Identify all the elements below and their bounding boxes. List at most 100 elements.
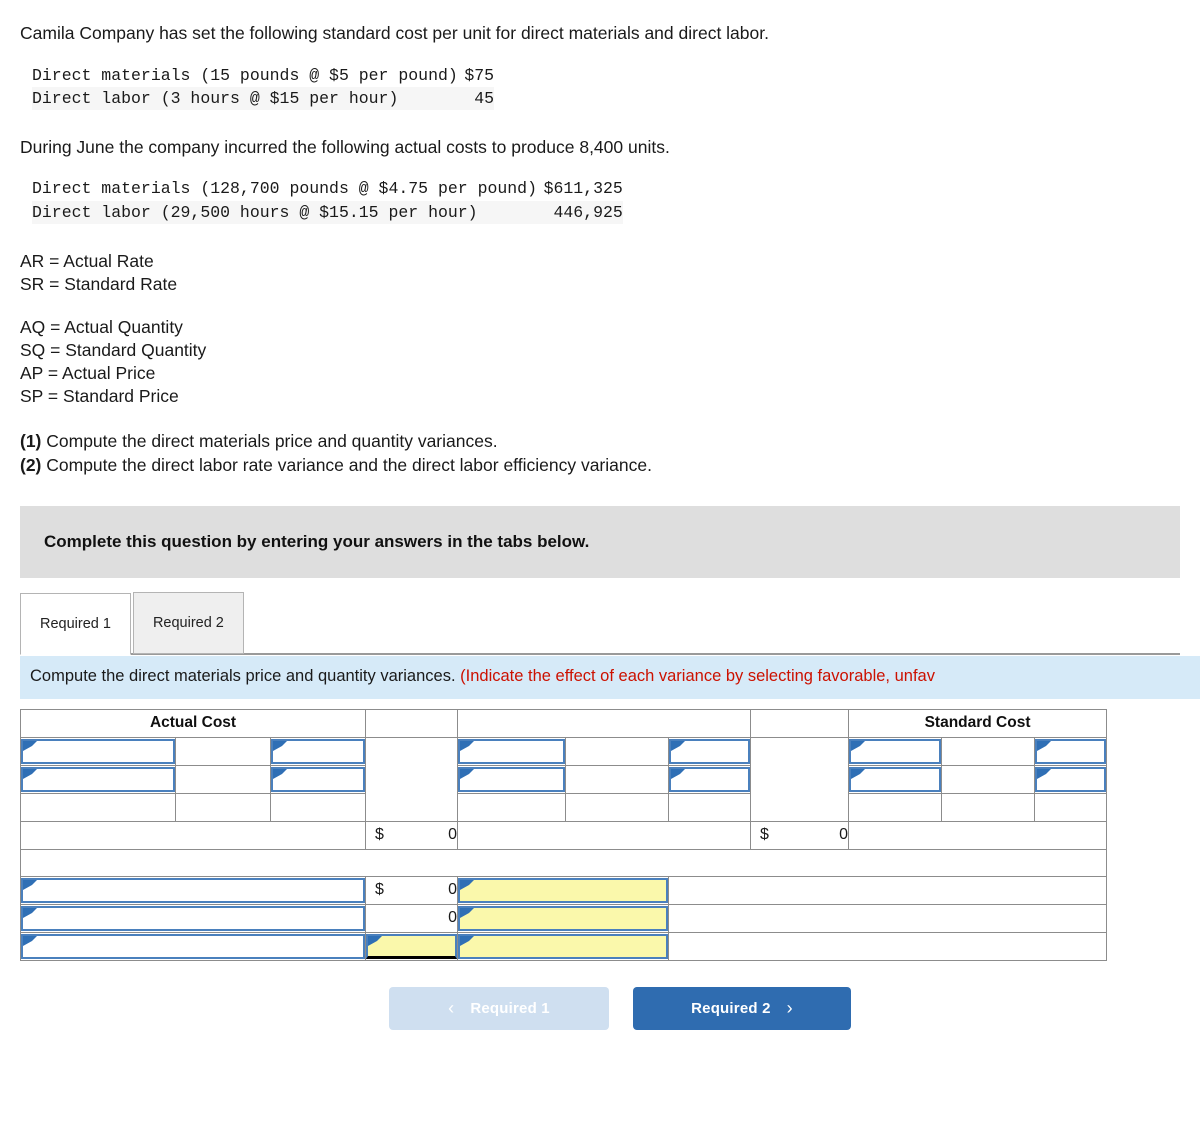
requirement-1-text: Compute the direct materials price and q…	[41, 431, 498, 452]
cell-variance-label-1[interactable]	[19, 875, 367, 905]
actual-cost-block: Direct materials (128,700 pounds @ $4.75…	[0, 177, 1200, 224]
requirement-1: (1) Compute the direct materials price a…	[20, 430, 1180, 454]
cell-variance-label-2[interactable]	[19, 903, 367, 933]
variance-tail-3	[668, 931, 1108, 961]
cell-standard-r2c3[interactable]	[1034, 764, 1108, 794]
legend-item-aq: AQ = Actual Quantity	[20, 316, 183, 337]
tab-required-1[interactable]: Required 1	[20, 592, 131, 655]
actual-cost-value-1: 446,925	[553, 200, 623, 224]
previous-required-button[interactable]: ‹ Required 1	[389, 986, 609, 1030]
standard-cost-currency-1	[457, 86, 475, 110]
dropdown-actual-r1c3[interactable]	[271, 738, 366, 764]
legend-group-quantities: AQ = Actual Quantity SQ = Standard Quant…	[20, 316, 1180, 408]
standard-cost-label-1: Direct labor (3 hours @ $15 per hour)	[32, 86, 458, 110]
legend-item-ap: AP = Actual Price	[20, 363, 156, 384]
tab-required-2[interactable]: Required 2	[132, 591, 244, 654]
grid-variance-row-2: 0	[19, 903, 1108, 933]
cell-actual-r1c3[interactable]	[269, 736, 367, 766]
header-gap-right	[750, 708, 850, 738]
total-right-blank	[848, 820, 1108, 850]
dropdown-variance-label-3[interactable]	[21, 933, 366, 959]
next-required-button[interactable]: Required 2 ›	[633, 986, 851, 1030]
dropdown-middle-r2c3[interactable]	[669, 766, 751, 792]
intro-text-1: Camila Company has set the following sta…	[20, 23, 769, 43]
cell-middle-r1c1[interactable]	[457, 736, 567, 766]
chevron-right-icon: ›	[786, 997, 793, 1018]
standard-cost-table: Direct materials (15 pounds @ $5 per pou…	[32, 64, 495, 110]
actual-cost-label-0: Direct materials (128,700 pounds @ $4.75…	[32, 179, 537, 199]
cell-standard-r1c3[interactable]	[1034, 736, 1108, 766]
dropdown-variance-label-2[interactable]	[21, 905, 366, 931]
cell-standard-r1c2	[941, 736, 1036, 766]
dropdown-actual-r1c1[interactable]	[21, 738, 175, 764]
dropdown-standard-r1c1[interactable]	[849, 738, 942, 764]
cell-variance-effect-3[interactable]	[457, 931, 670, 961]
dropdown-variance-label-1[interactable]	[21, 877, 366, 903]
question-page: Camila Company has set the following sta…	[0, 0, 1200, 1133]
cell-standard-r2c1[interactable]	[848, 764, 943, 794]
cell-standard-r1c1[interactable]	[848, 736, 943, 766]
variance-value-2: 0	[448, 909, 458, 927]
dropdown-actual-r2c3[interactable]	[271, 766, 366, 792]
dropdown-middle-r2c1[interactable]	[458, 766, 566, 792]
dropdown-standard-r1c3[interactable]	[1035, 738, 1107, 764]
table-row: Direct labor (3 hours @ $15 per hour) 45	[32, 86, 495, 110]
total-actual-blank	[19, 820, 367, 850]
table-row: Direct labor (29,500 hours @ $15.15 per …	[32, 200, 623, 224]
cell-actual-r2c2	[175, 764, 271, 794]
cell-variance-effect-1[interactable]	[457, 875, 670, 905]
previous-required-label: Required 1	[470, 999, 550, 1017]
cell-variance-label-3[interactable]	[19, 931, 367, 961]
rule-actual-c1	[20, 792, 176, 822]
next-required-label: Required 2	[691, 999, 771, 1017]
dropdown-variance-effect-3[interactable]	[458, 933, 669, 959]
cell-actual-r2c3[interactable]	[269, 764, 367, 794]
actual-cost-label-1: Direct labor (29,500 hours @ $15.15 per …	[32, 200, 537, 224]
header-middle-blank	[457, 708, 752, 738]
cell-actual-r1c1[interactable]	[20, 736, 176, 766]
dropdown-actual-r2c1[interactable]	[21, 766, 175, 792]
tab-bar: Required 1 Required 2	[20, 591, 1200, 655]
dropdown-middle-r1c1[interactable]	[458, 738, 566, 764]
answer-grid-wrapper: Actual Cost Standard Cost $ 0 $ 0 $ 0 0	[19, 708, 1108, 961]
cell-actual-r2c1[interactable]	[20, 764, 176, 794]
cell-middle-r2c1[interactable]	[457, 764, 567, 794]
grid-input-row-1	[20, 736, 1108, 822]
rule-actual-c2	[175, 792, 271, 822]
dropdown-middle-r1c3[interactable]	[669, 738, 751, 764]
header-standard-cost: Standard Cost	[848, 708, 1108, 738]
dropdown-standard-r2c3[interactable]	[1035, 766, 1107, 792]
intro-paragraph-1: Camila Company has set the following sta…	[0, 22, 1200, 46]
standard-cost-value-0: 75	[474, 65, 495, 85]
dropdown-variance-effect-2[interactable]	[458, 905, 669, 931]
rule-middle-c1	[457, 792, 567, 822]
table-row: Direct materials (128,700 pounds @ $4.75…	[32, 177, 623, 200]
requirement-2-text: Compute the direct labor rate variance a…	[41, 454, 652, 475]
complete-question-banner: Complete this question by entering your …	[20, 505, 1180, 578]
cell-middle-r2c3[interactable]	[668, 764, 752, 794]
variance-tail-2	[668, 903, 1108, 933]
cell-middle-r1c3[interactable]	[668, 736, 752, 766]
cell-variance-amount-3[interactable]	[365, 931, 459, 961]
dropdown-standard-r2c1[interactable]	[849, 766, 942, 792]
dropdown-variance-effect-1[interactable]	[458, 877, 669, 903]
grid-header-row: Actual Cost Standard Cost	[19, 708, 1108, 738]
dropdown-variance-amount-3[interactable]	[366, 933, 458, 959]
header-actual-cost: Actual Cost	[19, 708, 367, 738]
requirement-2-number: (2)	[20, 454, 42, 475]
requirements-list: (1) Compute the direct materials price a…	[0, 430, 1200, 477]
standard-cost-currency-0: $	[464, 65, 475, 85]
intro-text-2: During June the company incurred the fol…	[20, 136, 670, 157]
legend-item-sr: SR = Standard Rate	[20, 273, 178, 294]
rule-middle-c3	[668, 792, 752, 822]
gap-left-column	[365, 736, 459, 822]
actual-cost-currency-1	[536, 200, 554, 224]
total-actual-amount: $ 0	[365, 820, 459, 850]
grid-totals-row: $ 0 $ 0	[19, 820, 1108, 850]
standard-cost-block: Direct materials (15 pounds @ $5 per pou…	[0, 64, 1200, 110]
gap-right-column	[750, 736, 850, 822]
legend-item-sp: SP = Standard Price	[20, 386, 179, 407]
total-actual-currency: $	[375, 826, 384, 844]
cell-variance-effect-2[interactable]	[457, 903, 670, 933]
